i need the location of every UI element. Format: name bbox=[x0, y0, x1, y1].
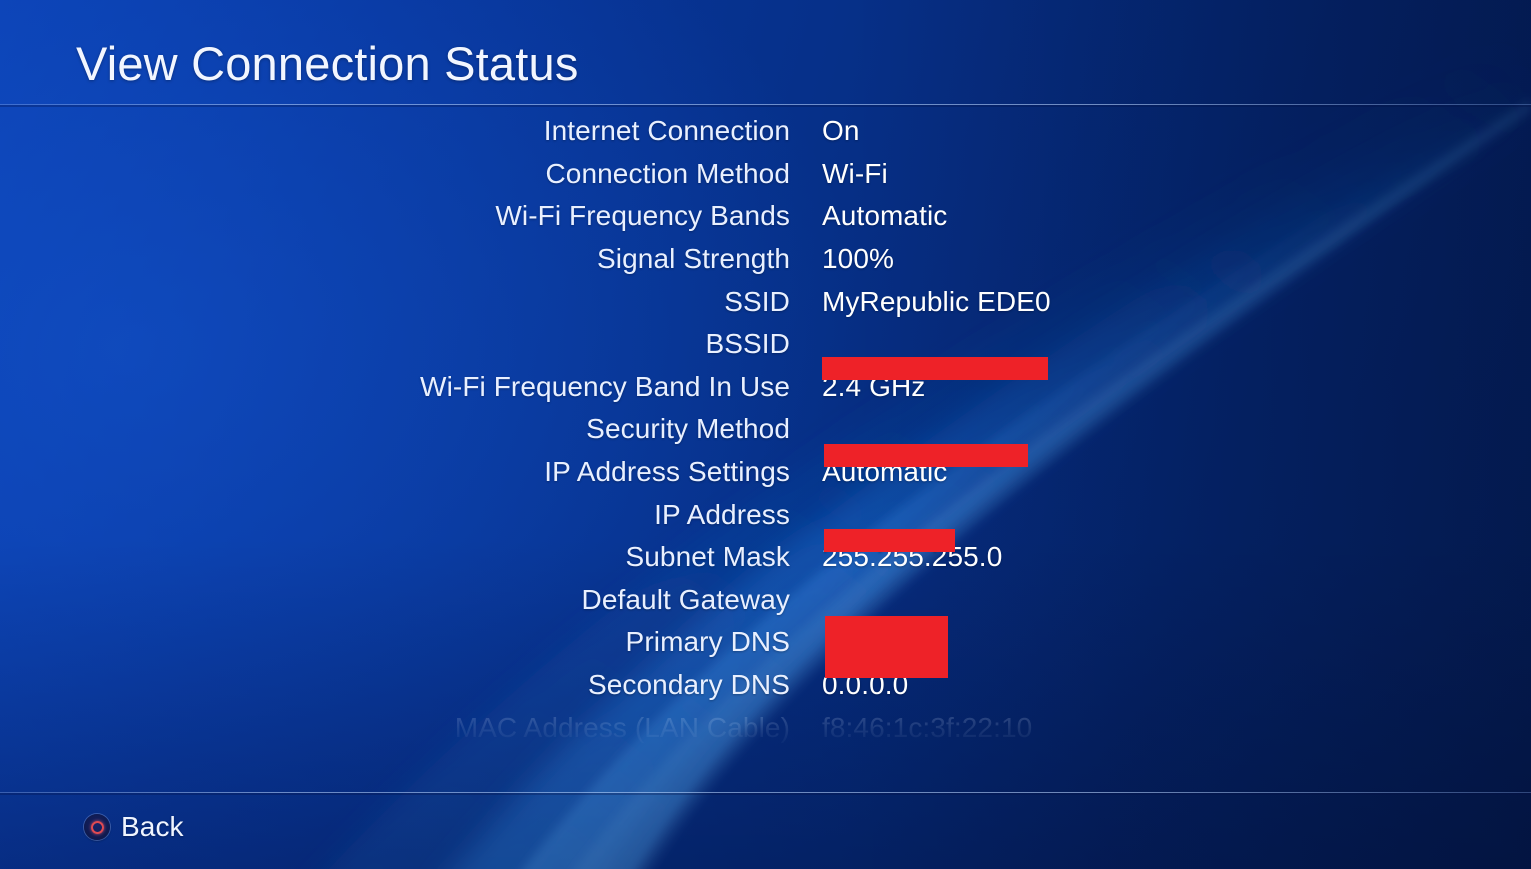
table-row: IP Address bbox=[0, 493, 1531, 536]
table-row: SSID MyRepublic EDE0 bbox=[0, 280, 1531, 323]
table-row: Subnet Mask 255.255.255.0 bbox=[0, 536, 1531, 579]
table-row: Connection Method Wi-Fi bbox=[0, 153, 1531, 196]
header: View Connection Status bbox=[0, 0, 1531, 105]
table-row: Signal Strength 100% bbox=[0, 238, 1531, 281]
row-label: IP Address Settings bbox=[544, 456, 790, 488]
table-row: Security Method bbox=[0, 408, 1531, 451]
table-row: Primary DNS bbox=[0, 621, 1531, 664]
redaction-bar-ip-address bbox=[824, 529, 955, 552]
row-label: Secondary DNS bbox=[587, 669, 790, 701]
row-label: Wi-Fi Frequency Bands bbox=[495, 200, 790, 232]
redaction-bar-bssid bbox=[822, 357, 1048, 380]
row-label: Primary DNS bbox=[625, 626, 790, 658]
row-value: MyRepublic EDE0 bbox=[822, 285, 1051, 317]
table-row: IP Address Settings Automatic bbox=[0, 451, 1531, 494]
redaction-bar-security-method bbox=[824, 444, 1028, 467]
table-row: Wi-Fi Frequency Band In Use 2.4 GHz bbox=[0, 366, 1531, 409]
page-title: View Connection Status bbox=[76, 37, 579, 90]
row-label: Internet Connection bbox=[543, 115, 790, 147]
table-row: Default Gateway bbox=[0, 579, 1531, 622]
row-label: BSSID bbox=[705, 328, 790, 360]
row-label: Connection Method bbox=[545, 157, 790, 189]
row-value: On bbox=[822, 115, 860, 147]
footer: Back bbox=[0, 793, 1531, 869]
connection-details-list[interactable]: Internet Connection On Connection Method Wi… bbox=[0, 110, 1531, 782]
table-row: BSSID bbox=[0, 323, 1531, 366]
table-row: Wi-Fi Frequency Bands Automatic bbox=[0, 195, 1531, 238]
redaction-bar-gateway-and-dns bbox=[825, 616, 948, 678]
back-button[interactable]: Back bbox=[84, 813, 184, 841]
row-label: Security Method bbox=[586, 413, 790, 445]
row-label: Signal Strength bbox=[597, 243, 790, 275]
table-row: MAC Address (LAN Cable) f8:46:1c:3f:22:10 bbox=[0, 706, 1531, 749]
row-value: 100% bbox=[822, 243, 895, 275]
back-button-label: Back bbox=[121, 811, 184, 842]
row-label: IP Address bbox=[654, 498, 790, 530]
row-value: f8:46:1c:3f:22:10 bbox=[822, 711, 1033, 743]
ps4-connection-status-screen: View Connection Status Internet Connecti… bbox=[0, 0, 1531, 869]
row-label: MAC Address (LAN Cable) bbox=[454, 711, 790, 743]
row-label: Default Gateway bbox=[581, 583, 790, 615]
table-row: Internet Connection On bbox=[0, 110, 1531, 153]
playstation-circle-icon bbox=[84, 814, 110, 840]
row-value: Wi-Fi bbox=[822, 157, 888, 189]
row-value: Automatic bbox=[822, 200, 948, 232]
row-label: Wi-Fi Frequency Band In Use bbox=[420, 370, 790, 402]
table-row: Secondary DNS 0.0.0.0 bbox=[0, 664, 1531, 707]
header-divider-shadow bbox=[0, 105, 1531, 107]
row-label: Subnet Mask bbox=[625, 541, 790, 573]
row-label: SSID bbox=[724, 285, 790, 317]
